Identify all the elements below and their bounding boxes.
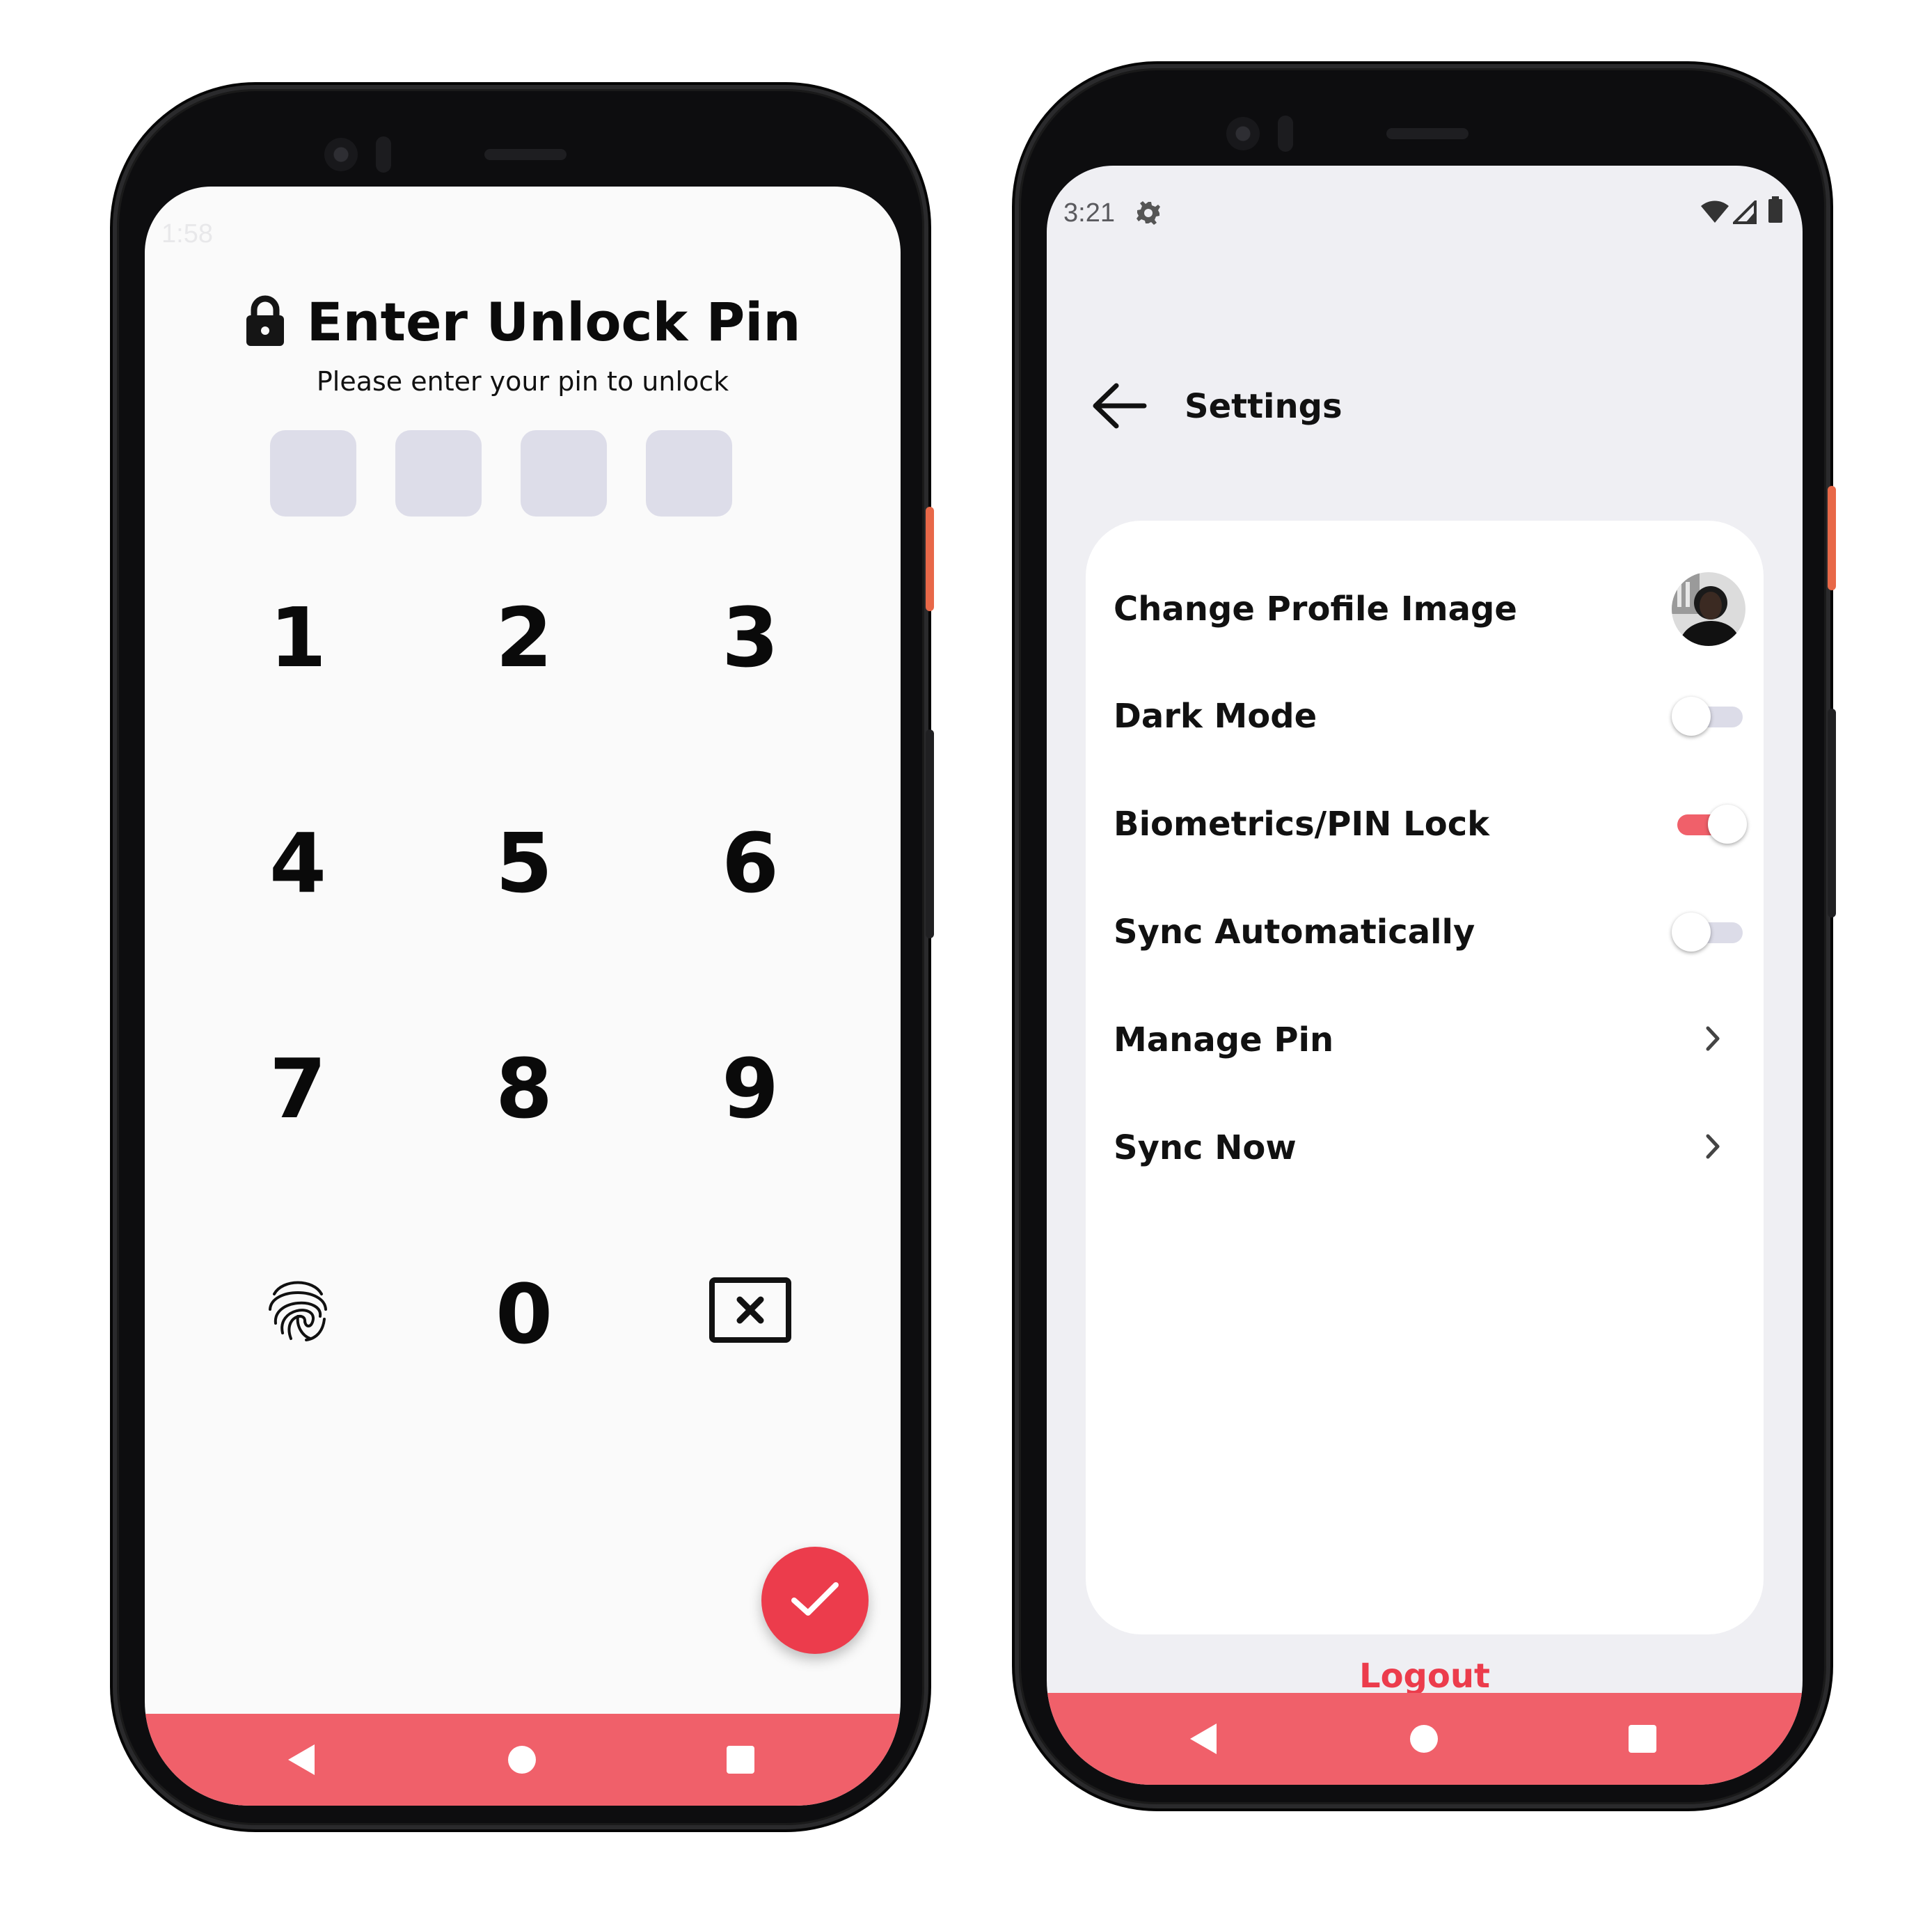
phone-frame-unlock: 1:58 Enter Unlock Pin Please enter your …: [113, 85, 934, 1829]
back-arrow-button[interactable]: [1091, 381, 1147, 433]
keypad-key-6[interactable]: 6: [660, 794, 841, 933]
unlock-screen: 1:58 Enter Unlock Pin Please enter your …: [145, 187, 901, 1806]
pin-digit-box: [646, 430, 732, 517]
settings-row-biometrics-pin-lock[interactable]: Biometrics/PIN Lock: [1114, 786, 1747, 862]
earpiece-speaker: [1386, 128, 1468, 139]
settings-row-label: Manage Pin: [1114, 1020, 1334, 1059]
status-time: 1:58: [161, 219, 213, 249]
gear-icon: [1136, 200, 1161, 228]
settings-row-change-profile-image[interactable]: Change Profile Image: [1114, 571, 1747, 647]
backspace-icon: [709, 1266, 791, 1362]
power-button: [1828, 486, 1836, 590]
toggle-thumb: [1672, 697, 1711, 736]
system-nav-bar: [1047, 1693, 1803, 1785]
recents-square-icon[interactable]: [1629, 1725, 1656, 1753]
volume-button: [926, 730, 934, 938]
recents-square-icon[interactable]: [727, 1746, 754, 1774]
keypad-key-0[interactable]: 0: [434, 1245, 615, 1384]
settings-row-sync-now[interactable]: Sync Now: [1114, 1110, 1747, 1186]
power-button: [926, 507, 934, 611]
back-triangle-icon[interactable]: [1190, 1724, 1217, 1754]
chevron-right-icon: [1695, 1133, 1730, 1162]
status-bar: 1:58: [145, 213, 901, 255]
toggle-thumb: [1672, 913, 1711, 952]
earpiece-speaker: [484, 149, 567, 160]
page-title: Settings: [1185, 387, 1343, 426]
front-camera: [324, 138, 358, 171]
settings-row-label: Change Profile Image: [1114, 590, 1517, 629]
settings-card: Change Profile Image Dark Mode Biometric…: [1086, 521, 1764, 1634]
keypad-key-1[interactable]: 1: [207, 568, 388, 707]
keypad-key-3[interactable]: 3: [660, 568, 841, 707]
page-subtitle: Please enter your pin to unlock: [316, 366, 729, 397]
title-row: Enter Unlock Pin: [145, 291, 901, 361]
status-time: 3:21: [1063, 198, 1115, 228]
avatar[interactable]: [1672, 572, 1745, 646]
settings-row-sync-automatically[interactable]: Sync Automatically: [1114, 894, 1747, 970]
settings-screen: 3:21 Settings Change Profile Image Dark …: [1047, 166, 1803, 1785]
submit-fab-button[interactable]: [761, 1547, 869, 1654]
settings-row-label: Biometrics/PIN Lock: [1114, 805, 1490, 844]
backspace-button[interactable]: [660, 1245, 841, 1384]
logout-button[interactable]: Logout: [1047, 1657, 1803, 1696]
proximity-sensor: [376, 136, 391, 173]
pin-digit-box: [521, 430, 607, 517]
back-triangle-icon[interactable]: [288, 1744, 315, 1775]
settings-row-label: Sync Now: [1114, 1128, 1297, 1167]
phone-frame-settings: 3:21 Settings Change Profile Image Dark …: [1015, 64, 1836, 1808]
biometrics-pin-lock-toggle[interactable]: [1672, 805, 1747, 844]
wifi-icon: [1701, 200, 1729, 227]
fingerprint-icon: [264, 1266, 331, 1362]
status-bar: 3:21: [1047, 192, 1803, 234]
keypad-key-2[interactable]: 2: [434, 568, 615, 707]
home-circle-icon[interactable]: [1410, 1725, 1438, 1753]
keypad-key-4[interactable]: 4: [207, 794, 388, 933]
keypad-key-5[interactable]: 5: [434, 794, 615, 933]
pin-digit-box: [395, 430, 482, 517]
fingerprint-button[interactable]: [207, 1245, 388, 1384]
home-circle-icon[interactable]: [508, 1746, 536, 1774]
keypad-key-7[interactable]: 7: [207, 1019, 388, 1158]
pin-digit-box: [270, 430, 356, 517]
arrow-left-icon: [1093, 383, 1147, 429]
chevron-right-icon: [1695, 1025, 1730, 1055]
sync-automatically-toggle[interactable]: [1672, 913, 1747, 952]
keypad-key-8[interactable]: 8: [434, 1019, 615, 1158]
check-icon: [790, 1579, 840, 1621]
page-title: Enter Unlock Pin: [306, 291, 801, 353]
settings-row-label: Dark Mode: [1114, 697, 1317, 736]
settings-row-label: Sync Automatically: [1114, 913, 1475, 952]
front-camera: [1226, 117, 1260, 150]
dark-mode-toggle[interactable]: [1672, 697, 1747, 736]
system-nav-bar: [145, 1714, 901, 1806]
lock-icon: [245, 294, 285, 350]
volume-button: [1828, 709, 1836, 917]
settings-row-dark-mode[interactable]: Dark Mode: [1114, 678, 1747, 755]
settings-row-manage-pin[interactable]: Manage Pin: [1114, 1002, 1747, 1078]
toggle-thumb: [1708, 805, 1747, 844]
battery-icon: [1768, 196, 1783, 227]
signal-icon: [1731, 198, 1757, 227]
keypad-key-9[interactable]: 9: [660, 1019, 841, 1158]
proximity-sensor: [1278, 116, 1293, 152]
